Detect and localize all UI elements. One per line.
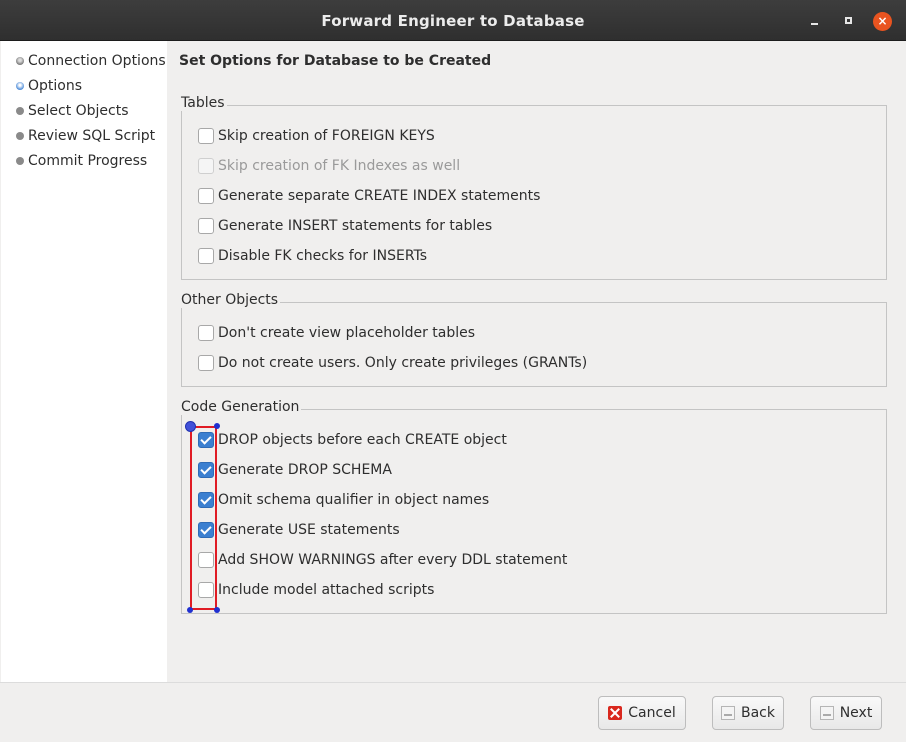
checkbox-label: Include model attached scripts [218, 582, 435, 598]
include-attached-scripts-checkbox[interactable]: Include model attached scripts [198, 580, 434, 600]
back-icon [721, 706, 735, 720]
step-current-icon [16, 82, 24, 90]
close-icon: × [877, 14, 888, 28]
checkbox-box[interactable] [198, 218, 214, 234]
checkbox-box[interactable] [198, 188, 214, 204]
step-label: Select Objects [28, 103, 129, 119]
step-label: Connection Options [28, 53, 166, 69]
checkbox-box[interactable] [198, 128, 214, 144]
selection-handle-top-right[interactable] [214, 423, 220, 429]
checkbox-label: Skip creation of FOREIGN KEYS [218, 128, 435, 144]
other-objects-group-label: Other Objects [181, 292, 281, 308]
step-label: Options [28, 78, 83, 94]
checkbox-box [198, 158, 214, 174]
checkbox-label: Generate separate CREATE INDEX statement… [218, 188, 541, 204]
step-options: Options [16, 76, 82, 96]
tables-group-label: Tables [181, 95, 227, 111]
checkbox-box[interactable] [198, 248, 214, 264]
generate-insert-checkbox[interactable]: Generate INSERT statements for tables [198, 216, 492, 236]
step-pending-icon [16, 132, 24, 140]
no-create-users-checkbox[interactable]: Do not create users. Only create privile… [198, 353, 587, 373]
checkbox-label: Generate USE statements [218, 522, 400, 538]
step-connection-options: Connection Options [16, 51, 166, 71]
checkbox-label: Disable FK checks for INSERTs [218, 248, 428, 264]
options-panel: Set Options for Database to be Created T… [167, 41, 906, 682]
checkbox-box[interactable] [198, 355, 214, 371]
omit-schema-qualifier-checkbox[interactable]: Omit schema qualifier in object names [198, 490, 489, 510]
cancel-label: Cancel [628, 705, 676, 721]
step-review-sql-script: Review SQL Script [16, 126, 155, 146]
separate-create-index-checkbox[interactable]: Generate separate CREATE INDEX statement… [198, 186, 540, 206]
checkbox-box[interactable] [198, 325, 214, 341]
selection-rectangle[interactable] [190, 426, 217, 610]
window-title: Forward Engineer to Database [321, 12, 585, 30]
generate-drop-schema-checkbox[interactable]: Generate DROP SCHEMA [198, 460, 392, 480]
skip-fk-indexes-checkbox: Skip creation of FK Indexes as well [198, 156, 460, 176]
no-view-placeholder-checkbox[interactable]: Don't create view placeholder tables [198, 323, 475, 343]
checkbox-label: Do not create users. Only create privile… [218, 355, 588, 371]
skip-foreign-keys-checkbox[interactable]: Skip creation of FOREIGN KEYS [198, 126, 435, 146]
step-done-icon [16, 57, 24, 65]
checkbox-label: Omit schema qualifier in object names [218, 492, 490, 508]
checkbox-label: Add SHOW WARNINGS after every DDL statem… [218, 552, 568, 568]
selection-handle-bottom-right[interactable] [214, 607, 220, 613]
step-commit-progress: Commit Progress [16, 151, 147, 171]
next-label: Next [839, 705, 873, 721]
next-icon [819, 706, 834, 720]
step-select-objects: Select Objects [16, 101, 129, 121]
cancel-icon [608, 706, 623, 720]
checkbox-label: Don't create view placeholder tables [218, 325, 476, 341]
close-button[interactable]: × [873, 12, 892, 31]
next-button[interactable]: Next [810, 696, 882, 730]
selection-handle-bottom-left[interactable] [187, 607, 193, 613]
code-generation-group-label: Code Generation [181, 399, 302, 415]
maximize-icon [845, 17, 852, 24]
step-pending-icon [16, 107, 24, 115]
drop-objects-checkbox[interactable]: DROP objects before each CREATE object [198, 430, 507, 450]
checkbox-label: Skip creation of FK Indexes as well [218, 158, 461, 174]
checkbox-label: DROP objects before each CREATE object [218, 432, 507, 448]
back-label: Back [741, 705, 775, 721]
selection-handle-top-left[interactable] [185, 421, 196, 432]
step-label: Commit Progress [28, 153, 148, 169]
back-button[interactable]: Back [712, 696, 784, 730]
checkbox-label: Generate DROP SCHEMA [218, 462, 392, 478]
disable-fk-checks-checkbox[interactable]: Disable FK checks for INSERTs [198, 246, 427, 266]
cancel-button[interactable]: Cancel [598, 696, 686, 730]
generate-use-statements-checkbox[interactable]: Generate USE statements [198, 520, 400, 540]
dialog-footer: Cancel Back Next [0, 682, 906, 742]
checkbox-label: Generate INSERT statements for tables [218, 218, 493, 234]
maximize-button[interactable] [840, 12, 858, 30]
wizard-steps-sidebar: Connection Options Options Select Object… [1, 41, 167, 682]
other-objects-frame [181, 302, 887, 387]
page-title: Set Options for Database to be Created [179, 53, 492, 69]
dialog-window: Forward Engineer to Database × Connectio… [0, 0, 906, 742]
minimize-button[interactable] [806, 12, 824, 30]
step-pending-icon [16, 157, 24, 165]
minimize-icon [811, 23, 818, 25]
show-warnings-checkbox[interactable]: Add SHOW WARNINGS after every DDL statem… [198, 550, 567, 570]
step-label: Review SQL Script [28, 128, 156, 144]
title-bar[interactable]: Forward Engineer to Database × [0, 0, 906, 41]
